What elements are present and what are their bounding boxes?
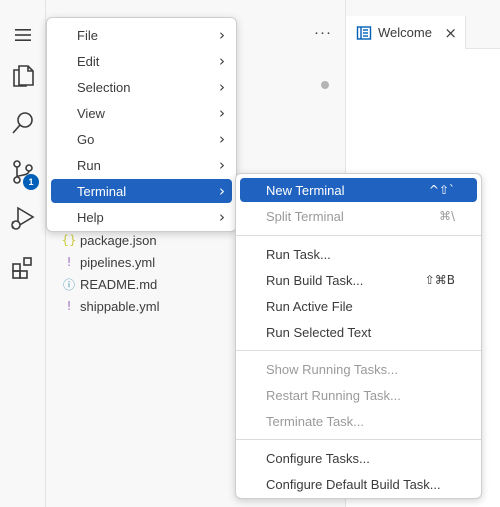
keyboard-shortcut: ⇧⌘B [424,273,455,287]
chevron-right-icon: › [219,156,225,174]
submenu-item-label: Show Running Tasks... [266,361,398,377]
chevron-right-icon: › [219,78,225,96]
submenu-item-terminate-task: Terminate Task... [240,409,477,433]
file-item-readme-md[interactable]: ⓘ README.md [60,273,157,295]
application-menu: File › Edit › Selection › View › Go › Run › Terminal… [46,17,237,232]
submenu-item-label: Run Task... [266,246,331,262]
file-name: pipelines.yml [80,254,156,270]
menu-separator [236,350,481,351]
submenu-item-label: Terminate Task... [266,413,365,429]
submenu-item-restart-running-task: Restart Running Task... [240,383,477,407]
menu-item-go[interactable]: Go › [51,127,232,151]
close-icon[interactable]: × [444,24,457,42]
chevron-right-icon: › [219,130,225,148]
file-item-pipelines-yml[interactable]: ! pipelines.yml [60,251,156,273]
menu-item-label: Edit [77,53,100,69]
extensions-icon[interactable] [0,246,45,290]
file-type-icon: ! [66,299,72,313]
file-name: package.json [80,232,157,248]
menu-item-run[interactable]: Run › [51,153,232,177]
submenu-item-label: Run Selected Text [266,324,372,340]
submenu-item-run-task[interactable]: Run Task... [240,242,477,266]
tab-label: Welcome [378,25,432,40]
menu-item-selection[interactable]: Selection › [51,75,232,99]
submenu-item-label: Configure Tasks... [266,450,370,466]
source-control-badge: 1 [23,174,39,190]
menu-item-help[interactable]: Help › [51,205,232,229]
submenu-item-label: New Terminal [266,182,345,198]
submenu-item-label: Restart Running Task... [266,387,401,403]
menu-separator [236,235,481,236]
chevron-right-icon: › [219,26,225,44]
menu-item-label: Go [77,131,95,147]
file-type-icon: {} [61,233,77,247]
submenu-item-label: Run Build Task... [266,272,364,288]
chevron-right-icon: › [219,52,225,70]
submenu-item-configure-default-build-task[interactable]: Configure Default Build Task... [240,472,477,496]
file-name: README.md [80,276,158,292]
menu-separator [236,439,481,440]
file-item-shippable-yml[interactable]: ! shippable.yml [60,295,160,317]
hamburger-menu-icon[interactable] [0,13,45,57]
submenu-item-run-build-task[interactable]: Run Build Task... ⇧⌘B [240,268,477,292]
submenu-item-label: Configure Default Build Task... [266,476,441,492]
submenu-item-run-active-file[interactable]: Run Active File [240,294,477,318]
tab-strip: Welcome × [346,0,500,49]
menu-item-label: View [77,105,105,121]
menu-item-label: Terminal [77,183,127,199]
unsaved-indicator [321,81,329,89]
search-icon[interactable] [0,101,45,145]
submenu-item-run-selected-text[interactable]: Run Selected Text [240,320,477,344]
tab-welcome[interactable]: Welcome × [346,16,466,49]
menu-item-view[interactable]: View › [51,101,232,125]
submenu-item-split-terminal: Split Terminal ⌘\ [240,204,477,228]
submenu-item-configure-tasks[interactable]: Configure Tasks... [240,446,477,470]
keyboard-shortcut: ^⇧` [428,183,455,197]
source-control-icon[interactable] [0,150,45,194]
welcome-icon [356,25,372,40]
submenu-item-label: Split Terminal [266,208,344,224]
more-actions-button[interactable]: ··· [314,24,332,41]
chevron-right-icon: › [219,208,225,226]
menu-item-label: Help [77,209,104,225]
file-type-icon: ⓘ [62,277,75,292]
submenu-item-show-running-tasks: Show Running Tasks... [240,357,477,381]
submenu-item-label: Run Active File [266,298,353,314]
menu-item-label: Selection [77,79,131,95]
menu-item-terminal[interactable]: Terminal › [51,179,232,203]
chevron-right-icon: › [219,182,225,200]
chevron-right-icon: › [219,104,225,122]
menu-item-edit[interactable]: Edit › [51,49,232,73]
terminal-submenu: New Terminal ^⇧` Split Terminal ⌘\ Run Task.… [235,173,482,499]
file-name: shippable.yml [80,298,160,314]
run-and-debug-icon[interactable] [0,196,45,240]
activity-bar: 1 [0,0,46,507]
explorer-files-icon[interactable] [0,53,45,97]
menu-item-label: Run [77,157,101,173]
keyboard-shortcut: ⌘\ [438,209,455,223]
file-item-package-json[interactable]: {} package.json [60,229,157,251]
file-type-icon: ! [66,255,72,269]
submenu-item-new-terminal[interactable]: New Terminal ^⇧` [240,178,477,202]
menu-item-file[interactable]: File › [51,23,232,47]
menu-item-label: File [77,27,98,43]
